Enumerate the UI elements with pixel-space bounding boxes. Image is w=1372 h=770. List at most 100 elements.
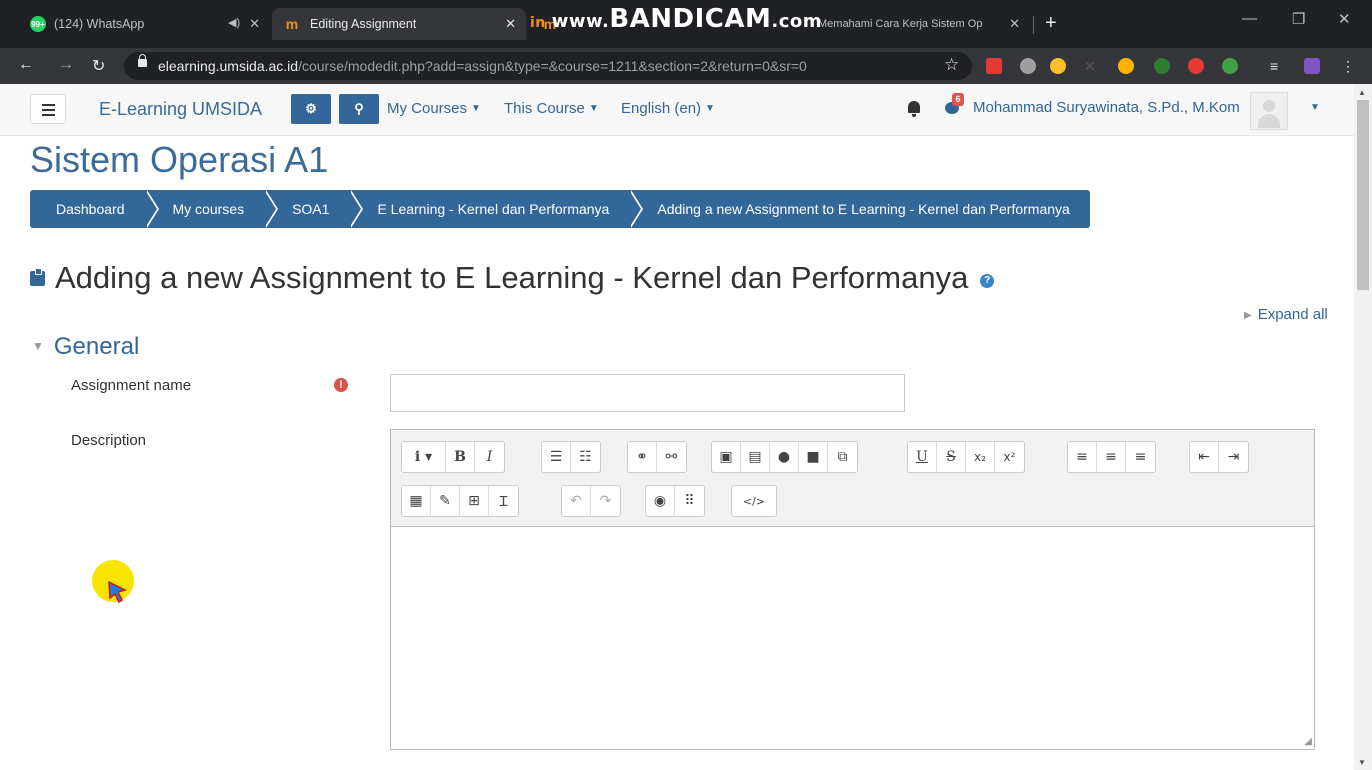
extension-icon[interactable] [1118, 58, 1134, 74]
paragraph-style-button[interactable]: i ▾ [402, 442, 446, 472]
whatsapp-icon: 99+ [30, 16, 46, 32]
strikethrough-button[interactable]: S [937, 442, 966, 472]
scroll-down-icon[interactable]: ▼ [1358, 758, 1366, 767]
bold-button[interactable]: B [446, 442, 475, 472]
breadcrumb-current: Adding a new Assignment to E Learning - … [631, 190, 1090, 228]
close-tab-icon[interactable]: ✕ [505, 16, 516, 32]
link-icon[interactable]: ⚭ [628, 442, 657, 472]
equation-icon[interactable]: ▦ [402, 486, 431, 516]
italic-button[interactable]: I [475, 442, 504, 472]
subscript-button[interactable]: x₂ [966, 442, 995, 472]
description-editor: i ▾ B I ☰ ☷ ⚭ ⚯ ▣ ▤ ● ■ ⧉ U S x₂ x² ≡ ≡ … [390, 429, 1315, 750]
breadcrumb-dashboard[interactable]: Dashboard [30, 190, 159, 228]
site-brand-link[interactable]: E-Learning UMSIDA [99, 99, 262, 120]
breadcrumb-section[interactable]: E Learning - Kernel dan Performanya [351, 190, 644, 228]
reading-list-icon[interactable]: ≡ [1270, 58, 1286, 74]
bullet-list-icon[interactable]: ☰ [542, 442, 571, 472]
browser-tab-bar: 99+ (124) WhatsApp ◀) ✕ m Editing Assign… [0, 0, 1372, 48]
breadcrumb-course[interactable]: SOA1 [266, 190, 364, 228]
align-center-icon[interactable]: ≡ [1097, 442, 1126, 472]
assignment-name-input[interactable] [390, 374, 905, 412]
menu-language[interactable]: English (en) ▼ [621, 100, 715, 117]
screenreader-icon[interactable]: ⠿ [675, 486, 704, 516]
breadcrumb: Dashboard My courses SOA1 E Learning - K… [30, 190, 1090, 228]
mouse-cursor-icon [108, 580, 128, 604]
minimize-button[interactable]: — [1242, 10, 1257, 27]
restore-button[interactable]: ❐ [1292, 10, 1305, 28]
browser-menu-icon[interactable]: ⋮ [1340, 58, 1356, 74]
record-audio-icon[interactable]: ● [770, 442, 799, 472]
settings-cogs-icon[interactable]: ⚙ [291, 94, 331, 124]
description-textarea[interactable] [391, 528, 1314, 749]
extension-icon[interactable] [1188, 58, 1204, 74]
manage-files-icon[interactable]: ⧉ [828, 442, 857, 472]
hamburger-menu-button[interactable] [30, 94, 66, 124]
section-general-toggle[interactable]: ▼ General [32, 333, 139, 361]
numbered-list-icon[interactable]: ☷ [571, 442, 600, 472]
lock-icon [138, 54, 147, 67]
accessibility-icon[interactable]: ◉ [646, 486, 675, 516]
bandicam-watermark: in www.BANDICAM.com [530, 4, 823, 34]
extension-icon[interactable] [1020, 58, 1036, 74]
help-icon[interactable]: ? [980, 274, 995, 288]
search-icon[interactable]: ⚲ [339, 94, 379, 124]
scrollbar-thumb[interactable] [1357, 100, 1369, 290]
menu-my-courses[interactable]: My Courses ▼ [387, 100, 481, 117]
tab-whatsapp[interactable]: 99+ (124) WhatsApp ◀) ✕ [20, 8, 270, 40]
tab-separator [1033, 16, 1034, 34]
assignment-name-label: Assignment name [71, 377, 192, 394]
tab-title: Editing Assignment [310, 17, 417, 31]
unlink-icon[interactable]: ⚯ [657, 442, 686, 472]
url-path: /course/modedit.php?add=assign&type=&cou… [298, 58, 807, 74]
table-icon[interactable]: ⊞ [460, 486, 489, 516]
message-count-badge: 6 [952, 93, 964, 106]
speaker-icon[interactable]: ◀) [228, 16, 240, 29]
scroll-up-icon[interactable]: ▲ [1358, 88, 1366, 97]
media-icon[interactable]: ▤ [741, 442, 770, 472]
new-tab-button[interactable]: + [1045, 12, 1057, 35]
editor-toolbar: i ▾ B I ☰ ☷ ⚭ ⚯ ▣ ▤ ● ■ ⧉ U S x₂ x² ≡ ≡ … [391, 430, 1314, 527]
extension-icon[interactable] [1304, 58, 1320, 74]
notification-bell-icon[interactable] [907, 101, 921, 117]
moodle-icon: m [285, 16, 299, 32]
image-icon[interactable]: ▣ [712, 442, 741, 472]
superscript-button[interactable]: x² [995, 442, 1024, 472]
align-left-icon[interactable]: ≡ [1068, 442, 1097, 472]
menu-this-course[interactable]: This Course ▼ [504, 100, 599, 117]
edit-icon[interactable]: ✎ [431, 486, 460, 516]
indent-icon[interactable]: ⇥ [1219, 442, 1248, 472]
record-video-icon[interactable]: ■ [799, 442, 828, 472]
outdent-icon[interactable]: ⇤ [1190, 442, 1219, 472]
expand-all-link[interactable]: ▶ Expand all [1244, 306, 1328, 323]
extension-icon[interactable]: ✕ [1084, 58, 1100, 74]
avatar[interactable] [1250, 92, 1288, 130]
html-icon[interactable]: </> [732, 486, 776, 516]
redo-icon[interactable]: ↷ [591, 486, 620, 516]
user-name[interactable]: Mohammad Suryawinata, S.Pd., M.Kom [973, 99, 1240, 116]
extension-icon[interactable] [1222, 58, 1238, 74]
forward-icon[interactable]: → [58, 56, 74, 74]
close-tab-icon[interactable]: ✕ [249, 16, 260, 32]
course-title: Sistem Operasi A1 [30, 139, 329, 180]
url-host: elearning.umsida.ac.id [158, 58, 299, 74]
user-menu-caret-icon[interactable]: ▼ [1310, 102, 1320, 113]
url-input[interactable]: elearning.umsida.ac.id/course/modedit.ph… [124, 52, 972, 80]
reload-icon[interactable]: ↻ [92, 56, 105, 76]
resize-handle-icon[interactable]: ◢ [1304, 736, 1312, 747]
undo-icon[interactable]: ↶ [562, 486, 591, 516]
close-window-button[interactable]: ✕ [1338, 10, 1351, 28]
tab-editing-assignment[interactable]: m Editing Assignment ✕ [272, 8, 526, 40]
assignment-icon [30, 267, 45, 286]
breadcrumb-my-courses[interactable]: My courses [146, 190, 279, 228]
back-icon[interactable]: ← [18, 56, 34, 74]
bookmark-star-icon[interactable]: ☆ [944, 55, 959, 75]
clear-format-icon[interactable]: Ɪ [489, 486, 518, 516]
extension-icon[interactable] [986, 58, 1002, 74]
extension-icon[interactable] [1154, 58, 1170, 74]
extension-icon[interactable] [1050, 58, 1066, 74]
description-label: Description [71, 432, 147, 449]
underline-button[interactable]: U [908, 442, 937, 472]
align-right-icon[interactable]: ≡ [1126, 442, 1155, 472]
tab-title: (124) WhatsApp [54, 17, 145, 31]
close-tab-icon[interactable]: ✕ [1009, 16, 1020, 32]
